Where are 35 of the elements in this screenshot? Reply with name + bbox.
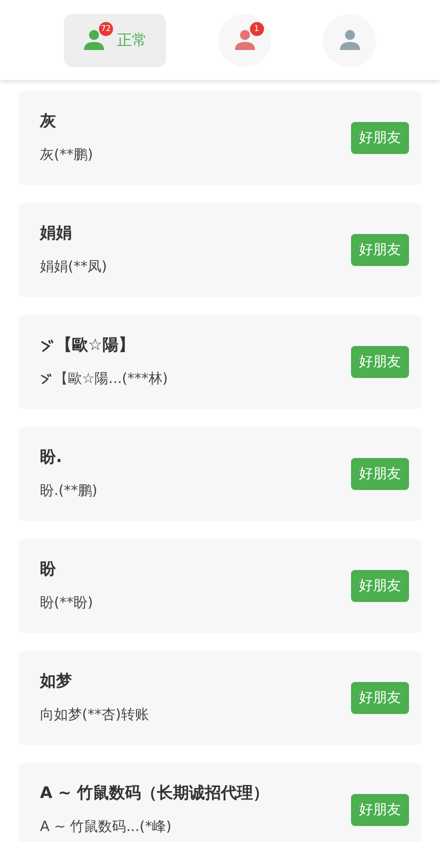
friend-card[interactable]: 灰 灰(**鹏) 好朋友 [18,91,422,185]
friend-card[interactable]: 如梦 向如梦(**杏)转账 好朋友 [18,651,422,745]
count-badge: 72 [98,22,113,36]
person-icon [234,29,256,51]
friend-detail: 【歐☆陽...(***林) [40,369,168,389]
friend-button[interactable]: 好朋友 [351,122,409,154]
friend-name: 灰 [40,111,57,131]
friend-card[interactable]: 盼 盼(**盼) 好朋友 [18,539,422,633]
friend-button[interactable]: 好朋友 [351,570,409,602]
friend-name: 盼 [40,559,57,579]
friend-detail: 盼.(**鹏) [40,482,98,501]
friend-name: 盼. [40,447,64,467]
friend-card[interactable]: A ~ 竹鼠数码（长期诚招代理） A ~ 竹鼠数码...(*峰) 好朋友 [18,763,422,842]
tab[interactable]: 1 [218,14,271,66]
friend-detail: A ~ 竹鼠数码...(*峰) [40,818,172,837]
friend-card[interactable]: 娟娟 娟娟(**凤) 好朋友 [18,203,422,297]
friend-name: 如梦 [40,671,73,691]
person-icon [83,29,105,51]
friend-button[interactable]: 好朋友 [351,682,409,714]
friend-button[interactable]: 好朋友 [351,346,409,378]
friend-name: 娟娟 [40,223,73,243]
friend-name: A ~ 竹鼠数码（长期诚招代理） [40,783,269,803]
friend-button[interactable]: 好朋友 [351,458,409,490]
friend-detail: 向如梦(**杏)转账 [40,706,149,725]
friend-detail: 灰(**鹏) [40,146,93,165]
friend-name: 【歐☆陽】 [40,335,168,355]
friend-detail: 盼(**盼) [40,594,93,613]
person-icon [338,29,360,51]
count-badge: 1 [250,22,264,36]
friend-card[interactable]: 【歐☆陽】 【歐☆陽...(***林) 好朋友 [18,315,422,409]
friend-card[interactable]: 盼. 盼.(**鹏) 好朋友 [18,427,422,521]
friend-detail: 娟娟(**凤) [40,258,107,277]
tab[interactable]: 72 正常 [64,14,166,66]
friend-button[interactable]: 好朋友 [351,794,409,826]
friend-button[interactable]: 好朋友 [351,234,409,266]
